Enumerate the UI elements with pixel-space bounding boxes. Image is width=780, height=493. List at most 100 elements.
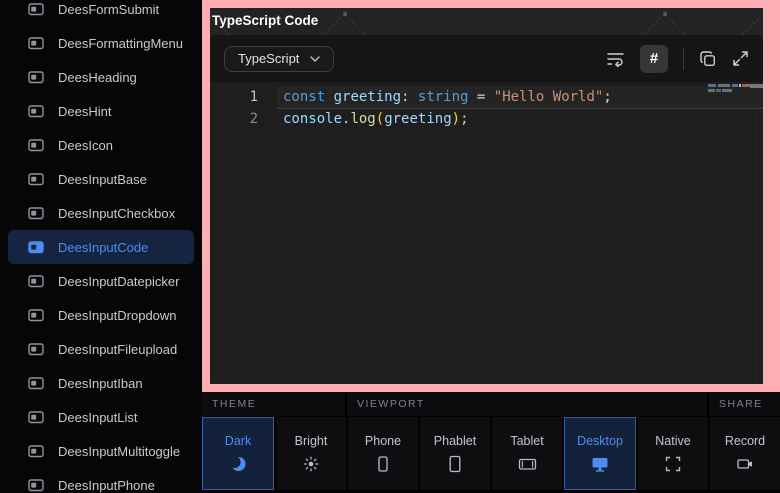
minimap-slider[interactable] <box>750 84 763 88</box>
phone-icon <box>374 455 392 473</box>
app-root: DeesFormSubmit DeesFormattingMenu DeesHe… <box>0 0 780 493</box>
code-line-1: 1 const greeting: string = "Hello World"… <box>210 86 763 108</box>
component-icon <box>28 241 44 254</box>
sidebar-item-label: DeesHint <box>58 104 111 119</box>
viewport-phone-button[interactable]: Phone <box>348 417 418 490</box>
sidebar-item-deesinputphone[interactable]: DeesInputPhone <box>8 468 194 493</box>
theme-dark-button[interactable]: Dark <box>202 417 274 490</box>
section-header-viewport: VIEWPORT <box>347 392 707 416</box>
code-text: console.log(greeting); <box>258 108 469 130</box>
section-header-share: SHARE <box>709 392 780 416</box>
sidebar-item-label: DeesInputPhone <box>58 478 155 493</box>
share-record-button[interactable]: Record <box>710 417 780 490</box>
component-icon <box>28 309 44 322</box>
desktop-icon <box>591 455 609 473</box>
sidebar-item-deeshint[interactable]: DeesHint <box>8 94 194 128</box>
component-icon <box>28 207 44 220</box>
component-icon <box>28 479 44 492</box>
chevron-down-icon <box>310 56 320 62</box>
sidebar-item-deesinputdropdown[interactable]: DeesInputDropdown <box>8 298 194 332</box>
tablet-icon <box>518 455 537 473</box>
copy-icon[interactable] <box>699 50 717 68</box>
code-text: const greeting: string = "Hello World"; <box>258 86 612 108</box>
expand-icon[interactable] <box>732 50 749 67</box>
theme-bright-button[interactable]: Bright <box>276 417 346 490</box>
editor-toolbar: TypeScript # <box>210 35 763 82</box>
component-icon <box>28 3 44 16</box>
sidebar-item-deesinputmultitoggle[interactable]: DeesInputMultitoggle <box>8 434 194 468</box>
cell-label: Record <box>725 434 765 448</box>
moon-icon <box>229 455 247 473</box>
language-selector-label: TypeScript <box>238 51 299 66</box>
component-icon <box>28 71 44 84</box>
sidebar-item-deesinputbase[interactable]: DeesInputBase <box>8 162 194 196</box>
component-icon <box>28 377 44 390</box>
editor-actions: # <box>606 45 749 73</box>
cell-label: Phone <box>365 434 401 448</box>
component-icon <box>28 37 44 50</box>
sidebar-item-label: DeesIcon <box>58 138 113 153</box>
component-icon <box>28 445 44 458</box>
component-icon <box>28 105 44 118</box>
viewport-desktop-button[interactable]: Desktop <box>564 417 636 490</box>
component-icon <box>28 173 44 186</box>
hash-icon: # <box>650 50 658 67</box>
toolbar-cells: Dark Bright Phone Phablet Tablet Desktop <box>202 417 780 490</box>
sidebar-item-label: DeesInputFileupload <box>58 342 177 357</box>
sidebar-item-deesformsubmit[interactable]: DeesFormSubmit <box>8 0 194 26</box>
viewport-phablet-button[interactable]: Phablet <box>420 417 490 490</box>
cell-label: Dark <box>225 434 251 448</box>
sidebar-item-label: DeesHeading <box>58 70 137 85</box>
sidebar-item-label: DeesFormattingMenu <box>58 36 183 51</box>
sidebar-item-label: DeesFormSubmit <box>58 2 159 17</box>
toolbar-section-headers: THEME VIEWPORT SHARE <box>202 392 780 416</box>
bottom-toolbar: THEME VIEWPORT SHARE Dark Bright Phone P… <box>202 392 780 493</box>
sidebar-item-deesinputcheckbox[interactable]: DeesInputCheckbox <box>8 196 194 230</box>
code-editor: TypeScript # 1 const greeting: strin <box>210 35 763 384</box>
component-icon <box>28 411 44 424</box>
language-selector[interactable]: TypeScript <box>224 46 334 72</box>
sidebar-item-label: DeesInputDropdown <box>58 308 177 323</box>
sidebar-item-deesheading[interactable]: DeesHeading <box>8 60 194 94</box>
sidebar-item-label: DeesInputIban <box>58 376 143 391</box>
line-numbers-button[interactable]: # <box>640 45 668 73</box>
cell-label: Phablet <box>434 434 476 448</box>
component-preview-panel: TypeScript Code TypeScript # <box>202 0 780 392</box>
stage-inner: TypeScript Code TypeScript # <box>210 8 763 384</box>
sidebar-item-deesicon[interactable]: DeesIcon <box>8 128 194 162</box>
code-area[interactable]: 1 const greeting: string = "Hello World"… <box>210 82 763 384</box>
phablet-icon <box>446 455 464 473</box>
component-icon <box>28 343 44 356</box>
cell-label: Desktop <box>577 434 623 448</box>
sidebar-item-deesinputlist[interactable]: DeesInputList <box>8 400 194 434</box>
wrap-lines-icon[interactable] <box>606 51 625 67</box>
sidebar-item-deesinputfileupload[interactable]: DeesInputFileupload <box>8 332 194 366</box>
sidebar-item-label: DeesInputList <box>58 410 138 425</box>
sidebar-item-label: DeesInputDatepicker <box>58 274 179 289</box>
sidebar-item-label: DeesInputBase <box>58 172 147 187</box>
code-line-2: 2 console.log(greeting); <box>210 108 763 130</box>
viewport-tablet-button[interactable]: Tablet <box>492 417 562 490</box>
sidebar-item-deesinputcode[interactable]: DeesInputCode <box>8 230 194 264</box>
cell-label: Bright <box>295 434 328 448</box>
sidebar-item-deesinputdatepicker[interactable]: DeesInputDatepicker <box>8 264 194 298</box>
scrollbar-track <box>755 82 756 384</box>
sidebar-item-deesformattingmenu[interactable]: DeesFormattingMenu <box>8 26 194 60</box>
toolbar-divider <box>683 48 684 70</box>
line-number: 2 <box>210 108 258 130</box>
line-number: 1 <box>210 86 258 108</box>
viewport-native-button[interactable]: Native <box>638 417 708 490</box>
component-icon <box>28 139 44 152</box>
sidebar: DeesFormSubmit DeesFormattingMenu DeesHe… <box>0 0 202 493</box>
sun-icon <box>302 455 320 473</box>
native-brackets-icon <box>665 455 681 473</box>
component-icon <box>28 275 44 288</box>
sidebar-item-deesinputiban[interactable]: DeesInputIban <box>8 366 194 400</box>
sidebar-item-label: DeesInputCode <box>58 240 148 255</box>
panel-title: TypeScript Code <box>212 13 318 28</box>
cell-label: Native <box>655 434 690 448</box>
sidebar-list: DeesFormSubmit DeesFormattingMenu DeesHe… <box>0 0 202 493</box>
cell-label: Tablet <box>510 434 543 448</box>
video-camera-icon <box>736 455 754 473</box>
section-header-theme: THEME <box>202 392 345 416</box>
